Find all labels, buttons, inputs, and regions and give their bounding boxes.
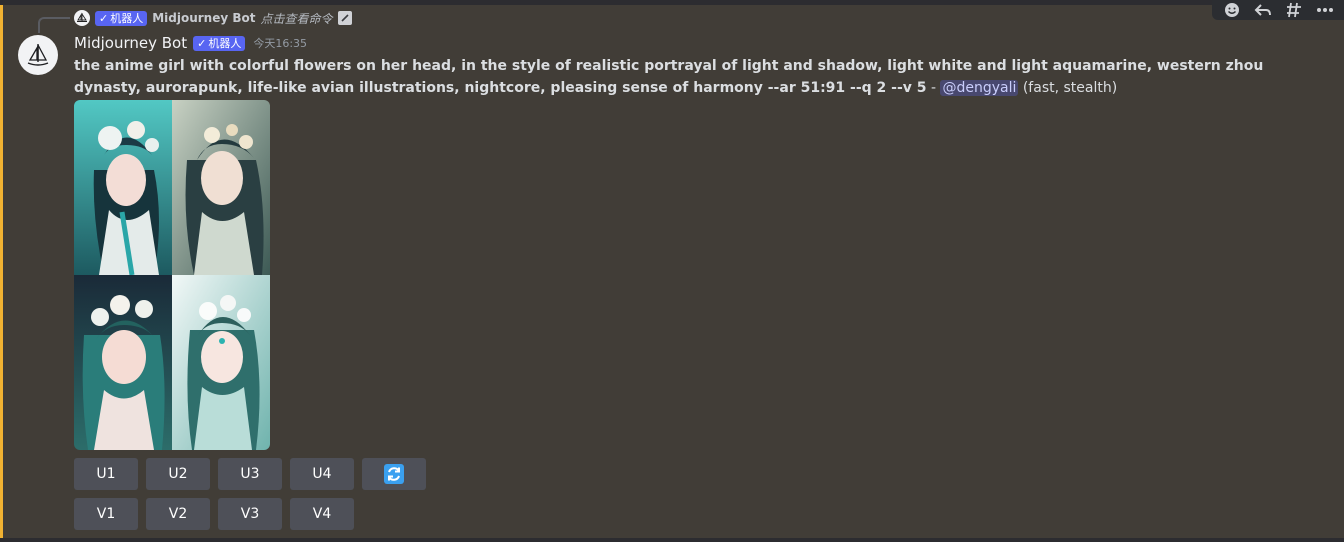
more-options-button[interactable] [1314, 1, 1336, 19]
upscale-button-3[interactable]: U3 [218, 458, 282, 490]
message-container: ✓ 机器人 Midjourney Bot 点击查看命令 Midjourney B… [0, 0, 1344, 542]
refresh-icon [384, 464, 404, 484]
variation-button-2[interactable]: V2 [146, 498, 210, 530]
reply-author[interactable]: Midjourney Bot [152, 11, 255, 25]
bottom-divider [0, 538, 1344, 542]
check-icon: ✓ [99, 11, 109, 25]
variation-button-4[interactable]: V4 [290, 498, 354, 530]
slash-command-icon [337, 11, 352, 25]
reply-avatar[interactable] [74, 10, 90, 26]
author-avatar[interactable] [18, 35, 58, 75]
author-name[interactable]: Midjourney Bot [74, 34, 187, 52]
reply-icon [1254, 4, 1271, 16]
reply-button[interactable] [1252, 1, 1274, 19]
upscale-button-4[interactable]: U4 [290, 458, 354, 490]
message-header: Midjourney Bot ✓ 机器人 今天16:35 [74, 33, 307, 53]
upscale-button-2[interactable]: U2 [146, 458, 210, 490]
add-reaction-button[interactable] [1221, 1, 1243, 19]
thread-icon [1286, 2, 1301, 18]
reply-bot-tag: ✓ 机器人 [95, 10, 148, 26]
reply-context[interactable]: ✓ 机器人 Midjourney Bot 点击查看命令 [74, 9, 352, 27]
top-divider [0, 0, 1344, 5]
sailboat-icon [27, 44, 49, 66]
image-upper-left[interactable] [74, 100, 172, 275]
check-icon: ✓ [197, 36, 207, 50]
image-lower-right[interactable] [172, 275, 270, 450]
bot-tag-label: 机器人 [208, 36, 242, 50]
reply-spine [38, 17, 70, 33]
reply-command-link[interactable]: 点击查看命令 [261, 10, 333, 27]
user-mention[interactable]: @dengyali [940, 80, 1019, 96]
timestamp: 今天16:35 [253, 37, 308, 50]
image-lower-left[interactable] [74, 275, 172, 450]
reroll-button[interactable] [362, 458, 426, 490]
variation-button-3[interactable]: V3 [218, 498, 282, 530]
variation-button-1[interactable]: V1 [74, 498, 138, 530]
ellipsis-icon [1316, 8, 1333, 12]
create-thread-button[interactable] [1283, 1, 1305, 19]
image-upper-right[interactable] [172, 100, 270, 275]
emoji-icon [1224, 3, 1239, 17]
separator: - [926, 80, 941, 96]
bot-tag: ✓ 机器人 [193, 35, 246, 51]
upscale-button-1[interactable]: U1 [74, 458, 138, 490]
message-toolbar [1212, 0, 1344, 20]
image-grid[interactable] [74, 100, 270, 450]
reply-bot-tag-label: 机器人 [110, 11, 144, 25]
mode-text: (fast, stealth) [1022, 80, 1118, 96]
mention-highlight-bar [0, 5, 3, 538]
sailboat-icon [77, 12, 87, 22]
message-content: the anime girl with colorful flowers on … [74, 55, 1304, 99]
